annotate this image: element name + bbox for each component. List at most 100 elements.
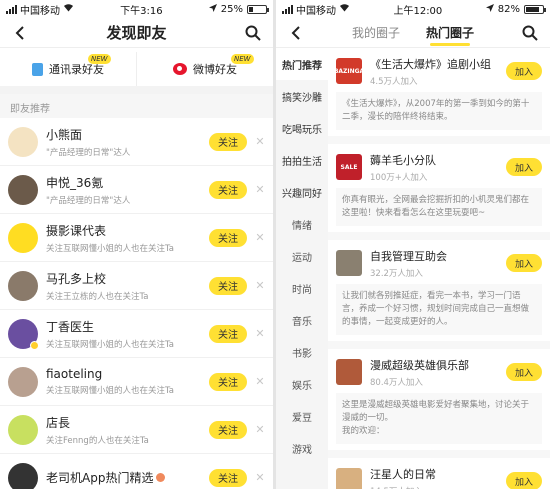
close-icon[interactable]: ✕ bbox=[255, 424, 265, 435]
close-icon[interactable]: ✕ bbox=[255, 280, 265, 291]
category-item[interactable]: 书影 bbox=[276, 336, 328, 368]
category-item[interactable]: 时尚 bbox=[276, 272, 328, 304]
user-name[interactable]: 丁香医生 bbox=[46, 318, 209, 335]
circle-card[interactable]: 漫威超级英雄俱乐部 80.4万人加入 加入 这里是漫威超级英雄电影爱好者聚集地，讨论关… bbox=[328, 349, 550, 450]
recommendation-text: 马孔多上校关注王立栋的人也在关注Ta bbox=[46, 270, 209, 302]
clock: 下午3:16 bbox=[120, 5, 163, 17]
follow-button[interactable]: 关注 bbox=[209, 372, 247, 391]
circle-name: 薅羊毛小分队 bbox=[370, 153, 436, 167]
close-icon[interactable]: ✕ bbox=[255, 472, 265, 483]
category-item[interactable]: 运动 bbox=[276, 240, 328, 272]
recommendation-item: 店長 关注Fenng的人也在关注Ta 关注 ✕ bbox=[0, 406, 273, 454]
close-icon[interactable]: ✕ bbox=[255, 232, 265, 243]
category-item[interactable]: 兴趣同好 bbox=[276, 176, 328, 208]
category-item[interactable]: 拍拍生活 bbox=[276, 144, 328, 176]
category-item[interactable]: 娱乐 bbox=[276, 368, 328, 400]
wifi-icon bbox=[339, 3, 350, 15]
user-description: 关注王立栋的人也在关注Ta bbox=[46, 291, 149, 302]
join-button[interactable]: 加入 bbox=[506, 254, 542, 272]
join-button[interactable]: 加入 bbox=[506, 363, 542, 381]
back-icon[interactable] bbox=[286, 23, 306, 43]
recommendation-text: 申悦_36氪 "产品经理的日常"达人 bbox=[46, 174, 209, 206]
circle-header: 自我管理互助会 32.2万人加入 加入 bbox=[336, 246, 542, 280]
avatar[interactable] bbox=[8, 270, 38, 301]
new-badge: NEW bbox=[88, 54, 111, 64]
category-item[interactable]: 热门推荐 bbox=[276, 48, 328, 80]
back-icon[interactable] bbox=[10, 23, 30, 43]
category-item[interactable]: 情绪 bbox=[276, 208, 328, 240]
circle-meta: 漫威超级英雄俱乐部 80.4万人加入 bbox=[370, 357, 506, 388]
avatar[interactable] bbox=[8, 126, 38, 157]
circle-thumbnail bbox=[336, 468, 362, 489]
avatar[interactable] bbox=[8, 222, 38, 253]
circle-name: 漫威超级英雄俱乐部 bbox=[370, 358, 469, 372]
follow-button[interactable]: 关注 bbox=[209, 276, 247, 295]
circle-card[interactable]: SALE 薅羊毛小分队 100万+人加入 加入 你真有眼光，全网最会挖掘折扣的小机灵鬼们… bbox=[328, 144, 550, 232]
user-name[interactable]: 马孔多上校 bbox=[46, 270, 209, 287]
join-button[interactable]: 加入 bbox=[506, 158, 542, 176]
close-icon[interactable]: ✕ bbox=[255, 376, 265, 387]
circle-description: 《生活大爆炸》，从2007年的第一季到如今的第十二季，漫长的陪伴终将结束。 bbox=[336, 92, 542, 130]
circle-thumbnail bbox=[336, 250, 362, 276]
search-icon[interactable] bbox=[243, 23, 263, 43]
category-item[interactable]: 音乐 bbox=[276, 304, 328, 336]
follow-button[interactable]: 关注 bbox=[209, 420, 247, 439]
user-name[interactable]: 小熊面 bbox=[46, 126, 209, 143]
weibo-friends-button[interactable]: 微博好友 NEW bbox=[136, 52, 273, 86]
follow-button[interactable]: 关注 bbox=[209, 180, 247, 199]
carrier-label: 中国移动 bbox=[20, 5, 60, 17]
user-description: 关注Fenng的人也在关注Ta bbox=[46, 435, 149, 446]
member-count: 80.4万人加入 bbox=[370, 377, 423, 388]
avatar[interactable] bbox=[8, 174, 38, 205]
user-description: 关注互联网懂小姐的人也在关注Ta bbox=[46, 243, 174, 254]
tab-my-circles[interactable]: 我的圈子 bbox=[352, 18, 400, 48]
circle-card[interactable]: 自我管理互助会 32.2万人加入 加入让我们就各别推延症，看完一本书，学习一门语言，… bbox=[328, 240, 550, 341]
circle-thumbnail bbox=[336, 359, 362, 385]
avatar[interactable] bbox=[8, 414, 38, 445]
member-count: 14.5万人加入 bbox=[370, 485, 506, 489]
recommendation-item: fiaoteling 关注互联网懂小姐的人也在关注Ta 关注 ✕ bbox=[0, 358, 273, 406]
follow-button[interactable]: 关注 bbox=[209, 468, 247, 487]
circle-meta: 自我管理互助会 32.2万人加入 bbox=[370, 248, 506, 279]
new-badge: NEW bbox=[231, 54, 254, 64]
avatar[interactable] bbox=[8, 462, 38, 489]
user-description: "产品经理的日常"达人 bbox=[46, 195, 131, 206]
category-item[interactable]: 爱豆 bbox=[276, 400, 328, 432]
tab-hot-circles[interactable]: 热门圈子 bbox=[426, 18, 474, 48]
tab-bar: 我的圈子 热门圈子 bbox=[352, 18, 474, 48]
join-button[interactable]: 加入 bbox=[506, 472, 542, 489]
circle-name: 自我管理互助会 bbox=[370, 249, 447, 263]
circle-meta: 《生活大爆炸》追剧小组 4.5万人加入 bbox=[370, 56, 506, 87]
circle-header: BAZINGA 《生活大爆炸》追剧小组 4.5万人加入 加入 bbox=[334, 54, 542, 88]
circle-header: 汪星人的日常 14.5万人加入加入 bbox=[336, 464, 542, 489]
status-bar: 中国移动 下午3:16 25% bbox=[0, 0, 273, 18]
search-icon[interactable] bbox=[520, 23, 540, 43]
hot-badge-icon bbox=[156, 473, 166, 482]
category-item[interactable]: 游戏 bbox=[276, 432, 328, 464]
close-icon[interactable]: ✕ bbox=[255, 184, 265, 195]
member-count: 100万+人加入 bbox=[370, 172, 428, 183]
circle-list: BAZINGA 《生活大爆炸》追剧小组 4.5万人加入 加入《生活大爆炸》，从2007… bbox=[328, 48, 550, 489]
follow-button[interactable]: 关注 bbox=[209, 228, 247, 247]
user-name[interactable]: 摄影课代表 bbox=[46, 222, 209, 239]
follow-button[interactable]: 关注 bbox=[209, 132, 247, 151]
recommendation-text: 店長关注Fenng的人也在关注Ta bbox=[46, 414, 209, 446]
user-name[interactable]: 申悦_36氪 bbox=[46, 174, 209, 191]
join-button[interactable]: 加入 bbox=[506, 62, 542, 80]
follow-button[interactable]: 关注 bbox=[209, 324, 247, 343]
circle-card[interactable]: BAZINGA 《生活大爆炸》追剧小组 4.5万人加入 加入《生活大爆炸》，从2007… bbox=[328, 48, 550, 136]
avatar[interactable] bbox=[8, 318, 39, 350]
signal-icon bbox=[6, 4, 17, 14]
category-item[interactable]: 搞笑沙雕 bbox=[276, 80, 328, 112]
user-name[interactable]: fiaoteling bbox=[46, 367, 209, 381]
close-icon[interactable]: ✕ bbox=[255, 136, 265, 147]
category-item[interactable]: 吃喝玩乐 bbox=[276, 112, 328, 144]
avatar[interactable] bbox=[8, 366, 38, 397]
circle-card[interactable]: 汪星人的日常 14.5万人加入加入 bbox=[328, 458, 550, 489]
close-icon[interactable]: ✕ bbox=[255, 328, 265, 339]
user-name[interactable]: 店長 bbox=[46, 414, 209, 431]
user-name[interactable]: 老司机App热门精选 bbox=[46, 469, 209, 486]
contacts-friends-button[interactable]: 通讯录好友 NEW bbox=[0, 52, 136, 86]
circle-description: 让我们就各别推延症，看完一本书，学习一门语言，养成一个好习惯，规划时间完成自己一… bbox=[336, 284, 542, 335]
member-count: 32.2万人加入 bbox=[370, 268, 423, 279]
